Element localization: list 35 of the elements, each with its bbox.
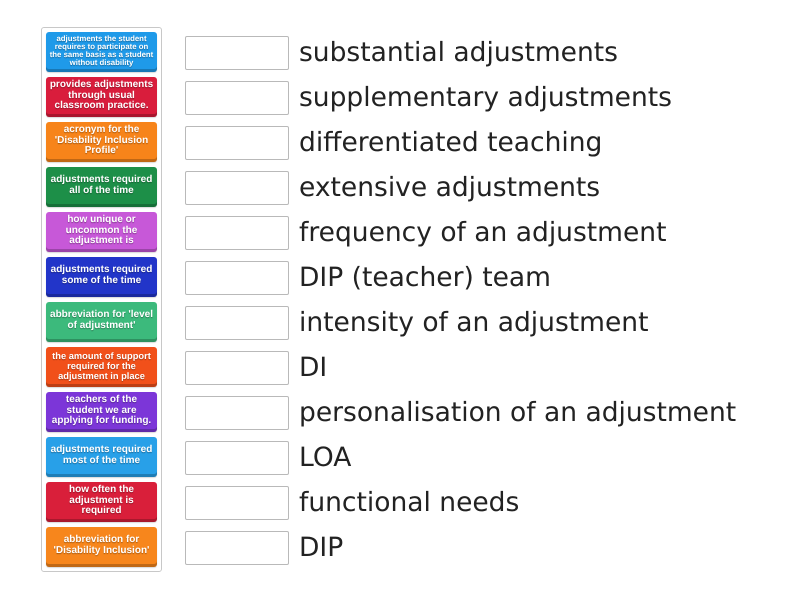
answer-box[interactable] bbox=[185, 36, 289, 70]
term-label: intensity of an adjustment bbox=[299, 306, 648, 338]
term-label: LOA bbox=[299, 442, 352, 474]
definition-tile[interactable]: the amount of support required for the adjustment in place bbox=[46, 347, 157, 387]
term-label: personalisation of an adjustment bbox=[299, 396, 736, 428]
definition-tile[interactable]: how unique or uncommon the adjustment is bbox=[46, 212, 157, 252]
answer-box[interactable] bbox=[185, 170, 289, 204]
term-label: extensive adjustments bbox=[299, 172, 600, 204]
definition-tile[interactable]: abbreviation for 'Disability Inclusion' bbox=[46, 527, 157, 567]
answer-box[interactable] bbox=[185, 350, 289, 384]
definition-tile[interactable]: how often the adjustment is required bbox=[46, 482, 157, 522]
answer-box[interactable] bbox=[185, 530, 289, 564]
answer-box[interactable] bbox=[185, 260, 289, 294]
term-label: supplementary adjustments bbox=[299, 82, 672, 114]
definition-tile[interactable]: teachers of the student we are applying for funding. bbox=[46, 392, 157, 432]
definition-tile[interactable]: adjustments required all of the time bbox=[46, 167, 157, 207]
answer-box[interactable] bbox=[185, 80, 289, 114]
answer-box[interactable] bbox=[185, 440, 289, 474]
term-label: functional needs bbox=[299, 486, 520, 518]
term-label: DI bbox=[299, 352, 328, 384]
definition-tile[interactable]: adjustments required some of the time bbox=[46, 257, 157, 297]
term-label: frequency of an adjustment bbox=[299, 216, 666, 248]
term-label: substantial adjustments bbox=[299, 36, 618, 68]
definition-tile[interactable]: acronym for the 'Disability Inclusion Profile' bbox=[46, 122, 157, 162]
term-label: DIP (teacher) team bbox=[299, 262, 551, 294]
answer-box[interactable] bbox=[185, 216, 289, 250]
definition-tile[interactable]: abbreviation for 'level of adjustment' bbox=[46, 302, 157, 342]
answer-box[interactable] bbox=[185, 126, 289, 160]
term-label: differentiated teaching bbox=[299, 126, 602, 158]
answer-box[interactable] bbox=[185, 306, 289, 340]
answer-box[interactable] bbox=[185, 486, 289, 520]
answer-box[interactable] bbox=[185, 396, 289, 430]
definition-tile[interactable]: adjustments required most of the time bbox=[46, 437, 157, 477]
term-label: DIP bbox=[299, 532, 344, 564]
definition-tile[interactable]: provides adjustments through usual classroom practice. bbox=[46, 77, 157, 117]
